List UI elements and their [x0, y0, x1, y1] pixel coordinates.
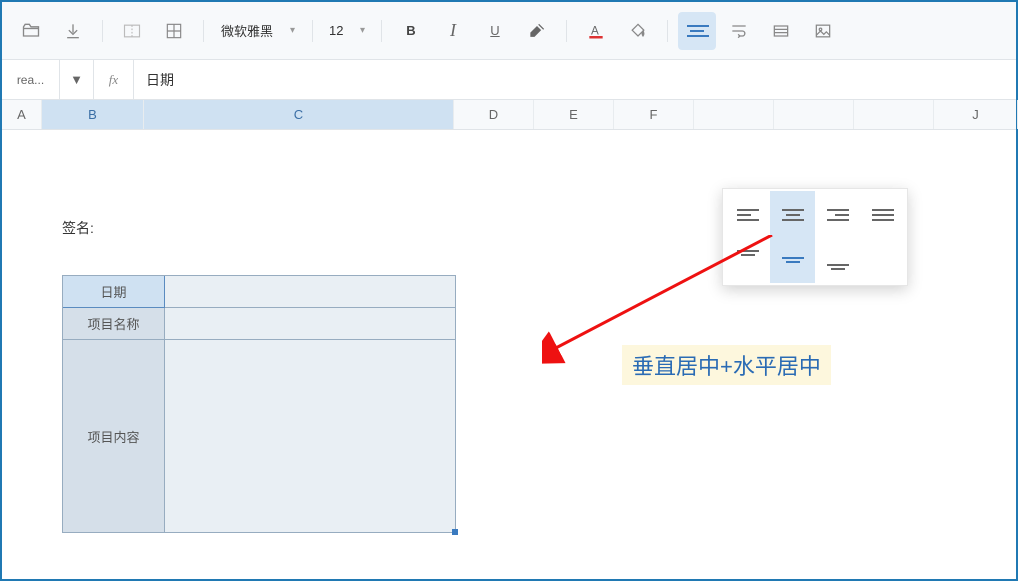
formula-input[interactable]	[134, 60, 1016, 99]
align-button[interactable]	[678, 12, 716, 50]
table-row: 项目名称	[63, 308, 455, 340]
col-header-c[interactable]: C	[144, 100, 454, 129]
col-header-b[interactable]: B	[42, 100, 144, 129]
align-left-button[interactable]	[725, 191, 770, 237]
svg-text:A: A	[591, 24, 599, 37]
bold-button[interactable]: B	[392, 12, 430, 50]
table-row: 日期	[63, 276, 455, 308]
col-header-a[interactable]: A	[2, 100, 42, 129]
font-family-select[interactable]: 微软雅黑 ▾	[214, 14, 302, 48]
column-headers: A B C D E F J	[2, 100, 1016, 130]
font-size-label: 12	[329, 23, 343, 38]
valign-top-button[interactable]	[725, 237, 770, 283]
fx-label: fx	[94, 60, 134, 99]
font-size-select[interactable]: 12 ▾	[323, 14, 371, 48]
embedded-table[interactable]: 日期 项目名称 项目内容	[62, 275, 456, 533]
col-header-j[interactable]: J	[934, 100, 1018, 129]
fill-color-button[interactable]	[619, 12, 657, 50]
format-painter-icon[interactable]	[518, 12, 556, 50]
namebox-dropdown[interactable]: ▼	[60, 60, 94, 99]
col-header-i[interactable]	[854, 100, 934, 129]
chevron-down-icon: ▾	[360, 25, 365, 36]
align-justify-button[interactable]	[860, 191, 905, 237]
table-header-project-name[interactable]: 项目名称	[63, 308, 165, 340]
italic-button[interactable]: I	[434, 12, 472, 50]
table-header-date[interactable]: 日期	[63, 276, 165, 308]
underline-button[interactable]: U	[476, 12, 514, 50]
table-row: 项目内容	[63, 340, 455, 532]
table-cell[interactable]	[165, 308, 455, 340]
col-header-g[interactable]	[694, 100, 774, 129]
image-icon[interactable]	[804, 12, 842, 50]
name-box[interactable]: rea...	[2, 60, 60, 99]
annotation-text: 垂直居中+水平居中	[622, 345, 831, 385]
open-icon[interactable]	[12, 12, 50, 50]
chevron-down-icon: ▾	[290, 25, 295, 36]
align-center-button[interactable]	[770, 191, 815, 237]
formula-bar: rea... ▼ fx	[2, 60, 1016, 100]
selection-handle[interactable]	[452, 529, 458, 535]
merge-cells-icon[interactable]	[113, 12, 151, 50]
table-cell[interactable]	[165, 340, 455, 532]
table-cell[interactable]	[165, 276, 455, 308]
col-header-d[interactable]: D	[454, 100, 534, 129]
col-header-e[interactable]: E	[534, 100, 614, 129]
valign-bottom-button[interactable]	[815, 237, 860, 283]
signature-label: 签名:	[62, 218, 94, 238]
align-right-button[interactable]	[815, 191, 860, 237]
font-family-label: 微软雅黑	[221, 21, 273, 40]
alignment-dropdown	[722, 188, 908, 286]
font-color-button[interactable]: A	[577, 12, 615, 50]
valign-stretch-button[interactable]	[860, 237, 905, 283]
table-header-project-content[interactable]: 项目内容	[63, 340, 165, 532]
col-header-f[interactable]: F	[614, 100, 694, 129]
sheet-grid[interactable]: 签名: 日期 项目名称 项目内容	[2, 130, 1016, 579]
wrap-text-button[interactable]	[720, 12, 758, 50]
col-header-h[interactable]	[774, 100, 854, 129]
table-fit-icon[interactable]	[762, 12, 800, 50]
borders-icon[interactable]	[155, 12, 193, 50]
valign-middle-button[interactable]	[770, 237, 815, 283]
toolbar: 微软雅黑 ▾ 12 ▾ B I U A	[2, 2, 1016, 60]
download-icon[interactable]	[54, 12, 92, 50]
